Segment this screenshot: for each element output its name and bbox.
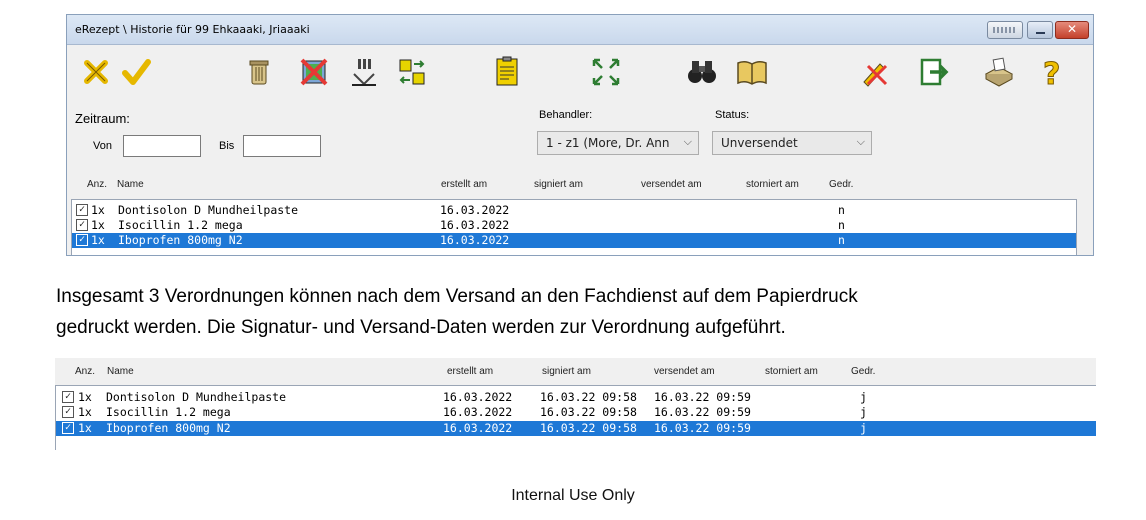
row-checkbox[interactable]: ✓ — [62, 422, 74, 434]
explanation-text: Insgesamt 3 Verordnungen können nach dem… — [56, 281, 1106, 343]
erezept-history-window: eRezept \ Historie für 99 Ehkaaaki, Jria… — [66, 14, 1094, 256]
row-signiert: 16.03.22 09:58 — [540, 421, 637, 435]
col-versendet[interactable]: versendet am — [654, 366, 715, 377]
col-erstellt[interactable]: erstellt am — [441, 179, 487, 190]
col-erstellt[interactable]: erstellt am — [447, 366, 493, 377]
row-name: Isocillin 1.2 mega — [118, 218, 243, 232]
row-gedr: j — [860, 390, 867, 404]
trash-icon[interactable] — [242, 55, 276, 89]
col-signiert[interactable]: signiert am — [542, 366, 591, 377]
col-anz[interactable]: Anz. — [75, 366, 95, 377]
row-anz: 1x — [91, 218, 105, 232]
minimize-button[interactable] — [1027, 21, 1053, 39]
row-versendet: 16.03.22 09:59 — [654, 390, 751, 404]
status-label: Status: — [715, 109, 750, 121]
chevron-down-icon: ⌵ — [683, 135, 692, 148]
row-versendet: 16.03.22 09:59 — [654, 405, 751, 419]
form-icon[interactable] — [490, 55, 524, 89]
table-row[interactable]: ✓ 1x Dontisolon D Mundheilpaste 16.03.20… — [56, 390, 1096, 405]
zeitraum-label: Zeitraum: — [75, 111, 130, 126]
table-row-selected[interactable]: ✓ 1x Iboprofen 800mg N2 16.03.2022 n — [72, 233, 1076, 248]
window-title: eRezept \ Historie für 99 Ehkaaaki, Jria… — [75, 23, 310, 36]
transfer-icon[interactable] — [395, 55, 429, 89]
toolbar: ? — [67, 51, 1093, 95]
row-anz: 1x — [91, 203, 105, 217]
row-erstellt: 16.03.2022 — [443, 390, 513, 404]
row-checkbox[interactable]: ✓ — [76, 204, 88, 216]
svg-text:?: ? — [1043, 57, 1060, 88]
pen-cancel-icon[interactable] — [857, 55, 891, 89]
footer-label: Internal Use Only — [511, 487, 635, 504]
row-gedr: j — [860, 405, 867, 419]
table-row-selected[interactable]: ✓ 1x Iboprofen 800mg N2 16.03.2022 16.03… — [56, 421, 1096, 436]
prescription-list-after-send: Anz. Name erstellt am signiert am versen… — [55, 358, 1096, 450]
col-name[interactable]: Name — [107, 366, 134, 377]
bis-label: Bis — [219, 140, 235, 152]
row-name: Iboprofen 800mg N2 — [118, 233, 243, 247]
prescription-list-2: ✓ 1x Dontisolon D Mundheilpaste 16.03.20… — [55, 385, 1096, 450]
keyboard-button[interactable] — [987, 21, 1023, 39]
row-erstellt: 16.03.2022 — [443, 405, 513, 419]
row-erstellt: 16.03.2022 — [440, 233, 510, 247]
col-anz[interactable]: Anz. — [87, 179, 107, 190]
delete-icon[interactable] — [297, 55, 331, 89]
row-erstellt: 16.03.2022 — [440, 203, 510, 217]
status-select[interactable]: Unversendet ⌵ — [712, 131, 872, 155]
row-name: Iboprofen 800mg N2 — [106, 421, 231, 435]
status-value: Unversendet — [721, 136, 798, 150]
col-storniert[interactable]: storniert am — [746, 179, 799, 190]
prescription-list: ✓ 1x Dontisolon D Mundheilpaste 16.03.20… — [71, 199, 1077, 255]
row-gedr: n — [838, 203, 845, 217]
binoculars-icon[interactable] — [685, 55, 719, 89]
row-gedr: n — [838, 233, 845, 247]
row-anz: 1x — [78, 405, 92, 419]
table-row[interactable]: ✓ 1x Isocillin 1.2 mega 16.03.2022 16.03… — [56, 405, 1096, 420]
table-row[interactable]: ✓ 1x Isocillin 1.2 mega 16.03.2022 n — [72, 218, 1076, 233]
table-row[interactable]: ✓ 1x Dontisolon D Mundheilpaste 16.03.20… — [72, 203, 1076, 218]
row-checkbox[interactable]: ✓ — [76, 219, 88, 231]
row-anz: 1x — [91, 233, 105, 247]
von-label: Von — [93, 140, 112, 152]
col-gedr[interactable]: Gedr. — [851, 366, 875, 377]
check-icon[interactable] — [119, 55, 153, 89]
bis-date-input[interactable] — [243, 135, 321, 157]
explanation-line-2: gedruckt werden. Die Signatur- und Versa… — [56, 317, 786, 338]
col-name[interactable]: Name — [117, 179, 144, 190]
row-versendet: 16.03.22 09:59 — [654, 421, 751, 435]
row-gedr: n — [838, 218, 845, 232]
chevron-down-icon: ⌵ — [856, 135, 865, 148]
cancel-x-icon[interactable] — [79, 55, 113, 89]
title-bar: eRezept \ Historie für 99 Ehkaaaki, Jria… — [67, 15, 1093, 45]
help-icon[interactable]: ? — [1035, 55, 1069, 89]
row-checkbox[interactable]: ✓ — [76, 234, 88, 246]
expand-icon[interactable] — [589, 55, 623, 89]
explanation-line-1: Insgesamt 3 Verordnungen können nach dem… — [56, 286, 858, 307]
row-erstellt: 16.03.2022 — [443, 421, 513, 435]
row-name: Dontisolon D Mundheilpaste — [118, 203, 299, 217]
von-date-input[interactable] — [123, 135, 201, 157]
row-name: Isocillin 1.2 mega — [106, 405, 231, 419]
col-versendet[interactable]: versendet am — [641, 179, 702, 190]
signature-icon[interactable] — [347, 55, 381, 89]
row-anz: 1x — [78, 421, 92, 435]
row-anz: 1x — [78, 390, 92, 404]
print-icon[interactable] — [982, 55, 1016, 89]
book-icon[interactable] — [735, 55, 769, 89]
behandler-label: Behandler: — [539, 109, 593, 121]
row-checkbox[interactable]: ✓ — [62, 391, 74, 403]
row-signiert: 16.03.22 09:58 — [540, 390, 637, 404]
behandler-value: 1 - z1 (More, Dr. Ann — [546, 136, 670, 150]
row-checkbox[interactable]: ✓ — [62, 406, 74, 418]
row-erstellt: 16.03.2022 — [440, 218, 510, 232]
col-signiert[interactable]: signiert am — [534, 179, 583, 190]
behandler-select[interactable]: 1 - z1 (More, Dr. Ann ⌵ — [537, 131, 699, 155]
col-gedr[interactable]: Gedr. — [829, 179, 853, 190]
col-storniert[interactable]: storniert am — [765, 366, 818, 377]
exit-icon[interactable] — [917, 55, 951, 89]
close-button[interactable] — [1055, 21, 1089, 39]
row-signiert: 16.03.22 09:58 — [540, 405, 637, 419]
row-gedr: j — [860, 421, 867, 435]
row-name: Dontisolon D Mundheilpaste — [106, 390, 287, 404]
